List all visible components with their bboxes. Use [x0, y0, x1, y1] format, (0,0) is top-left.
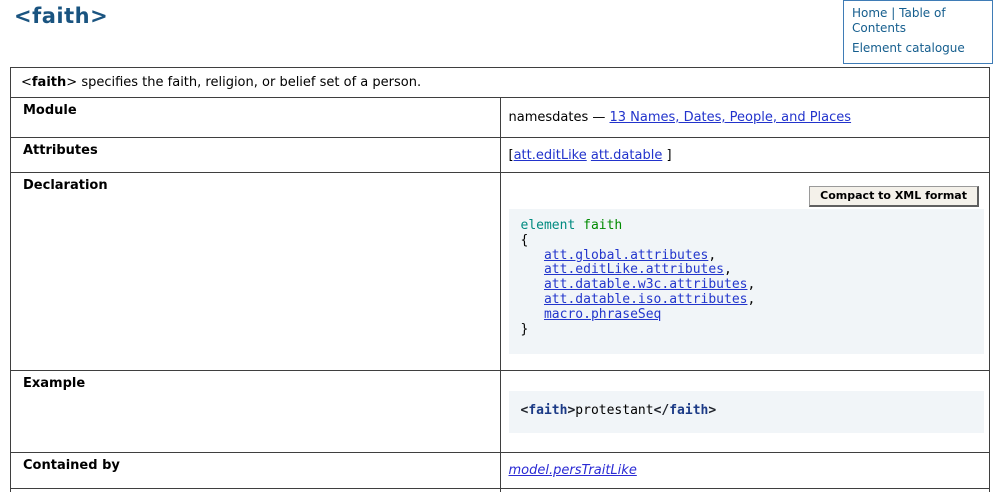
- code-ref-link-att-datable-w3c[interactable]: att.datable.w3c.attributes: [544, 277, 748, 292]
- row-label-partial: [11, 489, 501, 492]
- open-brace: {: [521, 233, 529, 248]
- module-cell: namesdates — 13 Names, Dates, People, an…: [500, 98, 990, 138]
- partial-cell: [500, 489, 990, 492]
- code-ref-link-att-global[interactable]: att.global.attributes: [544, 248, 708, 263]
- module-chapter-link[interactable]: 13 Names, Dates, People, and Places: [610, 110, 852, 125]
- module-row: Module namesdates — 13 Names, Dates, Peo…: [11, 98, 990, 138]
- code-ref-link-att-datable-iso[interactable]: att.datable.iso.attributes: [544, 292, 748, 307]
- declared-element-name: faith: [583, 218, 622, 233]
- comma: ,: [724, 262, 732, 277]
- example-close-gt: >: [708, 403, 716, 418]
- nav-box: Home | Table of Contents Element catalog…: [843, 0, 993, 64]
- tag-close-bracket: >: [66, 75, 77, 90]
- row-label-declaration: Declaration: [11, 173, 501, 371]
- row-label-example: Example: [11, 371, 501, 453]
- nav-line-1: Home | Table of Contents: [852, 6, 984, 35]
- comma: ,: [708, 248, 716, 263]
- close-brace: }: [521, 322, 529, 337]
- example-element-content: protestant: [575, 403, 653, 418]
- contained-by-model-link[interactable]: model.persTraitLike: [509, 463, 637, 478]
- element-spec-table: <faith> specifies the faith, religion, o…: [10, 67, 990, 492]
- example-open-tag-name: faith: [528, 403, 567, 418]
- code-ref-link-att-editlike[interactable]: att.editLike.attributes: [544, 262, 724, 277]
- declaration-row: Declaration Compact to XML format elemen…: [11, 173, 990, 371]
- declaration-cell: Compact to XML format element faith { at…: [500, 173, 990, 371]
- description-row: <faith> specifies the faith, religion, o…: [11, 68, 990, 98]
- row-label-attributes: Attributes: [11, 138, 501, 173]
- tag-open-bracket: <: [21, 75, 32, 90]
- rng-keyword: element: [521, 218, 576, 233]
- comma: ,: [747, 292, 755, 307]
- example-close-bracket: </: [654, 403, 670, 418]
- nav-element-catalogue-link[interactable]: Element catalogue: [852, 41, 965, 55]
- comma: ,: [747, 277, 755, 292]
- attribute-class-link-datable[interactable]: att.datable: [591, 148, 662, 163]
- page-title: <faith>: [14, 4, 108, 28]
- tag-name: faith: [32, 75, 66, 90]
- nav-separator: |: [891, 6, 895, 20]
- attributes-cell: [att.editLike att.datable ]: [500, 138, 990, 173]
- description-text: specifies the faith, religion, or belief…: [81, 75, 421, 90]
- nav-home-link[interactable]: Home: [852, 6, 887, 20]
- example-code: <faith>protestant</faith>: [509, 391, 985, 433]
- compact-to-xml-button[interactable]: Compact to XML format: [809, 186, 979, 207]
- declaration-toolbar: Compact to XML format: [501, 186, 980, 207]
- code-ref-link-macro-phraseseq[interactable]: macro.phraseSeq: [544, 307, 661, 322]
- attributes-row: Attributes [att.editLike att.datable ]: [11, 138, 990, 173]
- element-reference-page: <faith> Home | Table of Contents Element…: [0, 0, 996, 492]
- next-row-partial: [11, 489, 990, 492]
- declaration-code: element faith { att.global.attributes, a…: [509, 209, 985, 354]
- attribute-class-link-editlike[interactable]: att.editLike: [514, 148, 587, 163]
- contained-by-cell: model.persTraitLike: [500, 453, 990, 489]
- row-label-module: Module: [11, 98, 501, 138]
- module-name: namesdates —: [509, 110, 606, 125]
- contained-by-row: Contained by model.persTraitLike: [11, 453, 990, 489]
- nav-line-2: Element catalogue: [852, 41, 984, 56]
- example-row: Example <faith>protestant</faith>: [11, 371, 990, 453]
- description-cell: <faith> specifies the faith, religion, o…: [11, 68, 990, 98]
- example-close-tag-name: faith: [669, 403, 708, 418]
- example-cell: <faith>protestant</faith>: [500, 371, 990, 453]
- attributes-close-bracket: ]: [666, 148, 671, 163]
- row-label-contained-by: Contained by: [11, 453, 501, 489]
